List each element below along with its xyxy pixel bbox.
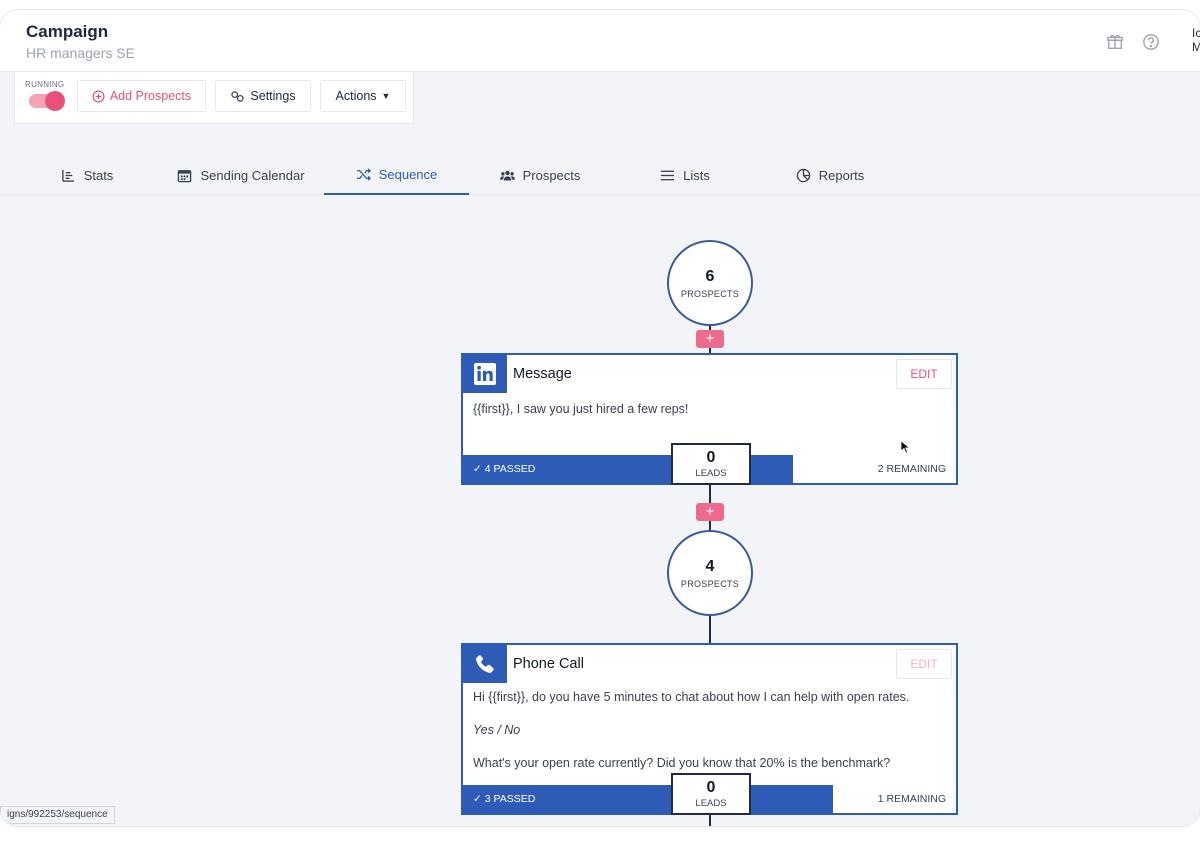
- edit-button[interactable]: EDIT: [896, 359, 952, 389]
- remaining-count: 1 REMAINING: [877, 793, 946, 805]
- campaign-name: HR managers SE: [26, 45, 135, 61]
- step-message-text: {{first}}, I saw you just hired a few re…: [473, 402, 689, 416]
- mouse-cursor-icon: [900, 440, 911, 454]
- toggle-knob: [45, 91, 65, 111]
- stats-icon: [61, 169, 74, 182]
- running-toggle[interactable]: [29, 91, 65, 111]
- leads-box[interactable]: 0 LEADS: [671, 443, 751, 485]
- passed-label: 3 PASSED: [484, 793, 536, 805]
- caret-down-icon: ▼: [381, 91, 391, 101]
- tab-bar: Stats Sending Calendar Sequence Prospect…: [0, 155, 1200, 195]
- prospects-label: PROSPECTS: [680, 578, 740, 589]
- settings-button[interactable]: Settings: [215, 80, 311, 112]
- tab-reports[interactable]: Reports: [782, 155, 878, 195]
- passed-count: ✓ 4 PASSED: [473, 463, 536, 475]
- add-prospects-label: Add Prospects: [109, 89, 192, 103]
- tab-lists[interactable]: Lists: [650, 155, 720, 195]
- tab-label: Stats: [83, 167, 114, 183]
- help-icon[interactable]: [1141, 32, 1161, 52]
- add-prospects-button[interactable]: Add Prospects: [77, 80, 206, 112]
- call-script-line: Hi {{first}}, do you have 5 minutes to c…: [473, 690, 910, 704]
- leads-count: 0: [706, 449, 716, 466]
- tab-label: Sequence: [378, 166, 438, 182]
- step-title: Message: [513, 366, 572, 382]
- step-title: Phone Call: [513, 656, 584, 672]
- people-icon: [499, 170, 515, 180]
- tab-sequence[interactable]: Sequence: [324, 155, 469, 195]
- tab-label: Lists: [683, 167, 710, 183]
- tab-stats[interactable]: Stats: [48, 155, 126, 195]
- running-label: RUNNING: [25, 80, 65, 89]
- campaign-toolbar: RUNNING Add Prospects Settings Actions ▼: [14, 72, 414, 124]
- call-script-line: Yes / No: [473, 723, 521, 737]
- pie-chart-icon: [796, 168, 810, 182]
- app-window: Campaign HR managers SE Ic M RUNNING Add…: [0, 10, 1200, 826]
- prospects-label: PROSPECTS: [680, 288, 740, 299]
- prospects-node-step2[interactable]: 4 PROSPECTS: [667, 530, 753, 616]
- status-bar-url: igns/992253/sequence: [0, 806, 115, 824]
- calendar-icon: [178, 169, 192, 182]
- prospects-count: 6: [705, 267, 715, 285]
- edit-button[interactable]: EDIT: [896, 649, 952, 679]
- call-script-line: What's your open rate currently? Did you…: [473, 756, 891, 770]
- remaining-count: 2 REMAINING: [877, 463, 946, 475]
- tab-label: Prospects: [522, 167, 581, 183]
- add-step-button[interactable]: +: [696, 330, 724, 348]
- actions-button[interactable]: Actions ▼: [320, 80, 406, 112]
- passed-count: ✓ 3 PASSED: [473, 793, 536, 805]
- leads-count: 0: [706, 779, 716, 796]
- tab-sending-calendar[interactable]: Sending Calendar: [168, 155, 314, 195]
- list-icon: [661, 170, 675, 180]
- settings-label: Settings: [250, 89, 296, 103]
- shuffle-icon: [356, 167, 371, 181]
- leads-label: LEADS: [695, 798, 727, 809]
- connector-line: [709, 615, 711, 645]
- passed-label: 4 PASSED: [484, 463, 536, 475]
- user-menu[interactable]: Ic M: [1192, 26, 1200, 54]
- step-card-message[interactable]: Message EDIT {{first}}, I saw you just h…: [461, 353, 958, 485]
- gears-icon: [231, 90, 245, 102]
- add-step-button[interactable]: +: [696, 503, 724, 521]
- page-header: Campaign HR managers SE Ic M: [0, 10, 1200, 72]
- leads-label: LEADS: [695, 468, 727, 479]
- plus-circle-icon: [92, 90, 105, 102]
- linkedin-icon: [463, 355, 507, 393]
- leads-box[interactable]: 0 LEADS: [671, 773, 751, 815]
- prospects-node-start[interactable]: 6 PROSPECTS: [667, 240, 753, 326]
- phone-icon: [463, 645, 507, 683]
- gift-icon[interactable]: [1105, 32, 1125, 52]
- tab-prospects[interactable]: Prospects: [480, 155, 600, 195]
- tab-label: Sending Calendar: [200, 167, 305, 183]
- actions-label: Actions: [335, 89, 377, 103]
- tab-label: Reports: [818, 167, 865, 183]
- prospects-count: 4: [705, 557, 715, 575]
- page-title: Campaign: [26, 22, 109, 41]
- step-card-phone-call[interactable]: Phone Call EDIT Hi {{first}}, do you hav…: [461, 643, 958, 815]
